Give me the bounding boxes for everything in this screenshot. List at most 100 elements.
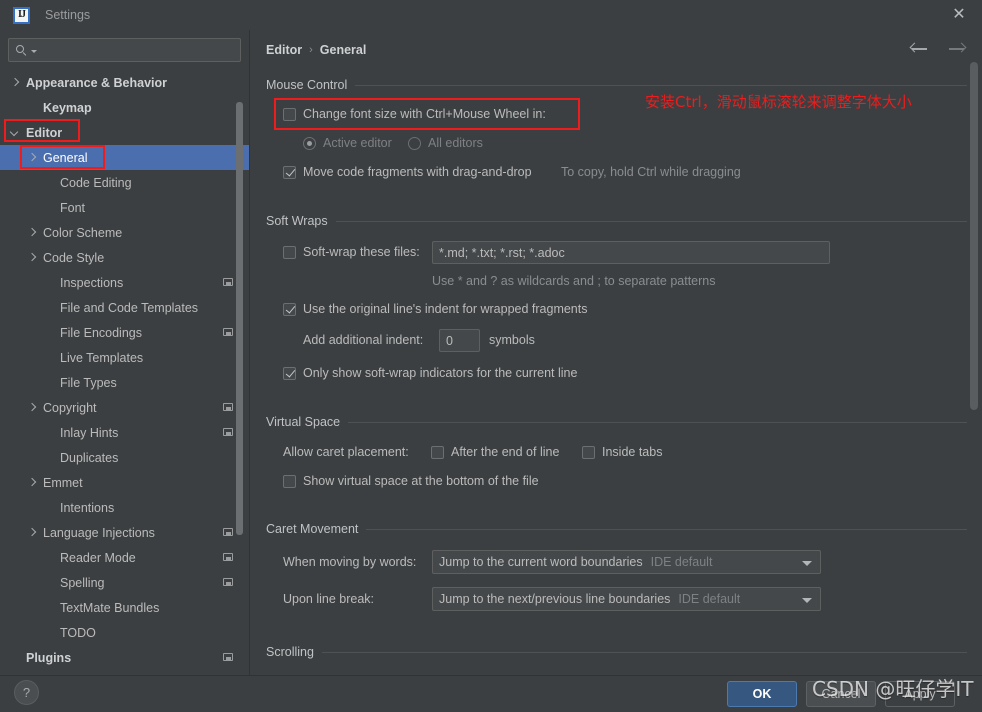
sidebar-item-reader-mode[interactable]: Reader Mode bbox=[0, 545, 249, 570]
settings-tree[interactable]: Appearance & Behavior Keymap Editor General… bbox=[0, 70, 249, 675]
checkbox-change-font-size[interactable]: Change font size with Ctrl+Mouse Wheel i… bbox=[283, 107, 546, 121]
close-icon[interactable]: ✕ bbox=[936, 0, 982, 30]
back-arrow-icon[interactable] bbox=[909, 42, 928, 56]
add-additional-indent-input[interactable]: 0 bbox=[439, 329, 480, 352]
sidebar-item-label: Intentions bbox=[60, 500, 115, 515]
sidebar-item-copyright[interactable]: Copyright bbox=[0, 395, 249, 420]
sidebar-item-color-scheme[interactable]: Color Scheme bbox=[0, 220, 249, 245]
sidebar-item-file-encodings[interactable]: File Encodings bbox=[0, 320, 249, 345]
sidebar-item-textmate-bundles[interactable]: TextMate Bundles bbox=[0, 595, 249, 620]
chevron-down-icon[interactable] bbox=[802, 598, 812, 603]
sidebar-item-label: TextMate Bundles bbox=[60, 600, 160, 615]
settings-main-panel: Editor › General 安装Ctrl，滑动鼠标滚轮来调整字体大小 Mo… bbox=[251, 30, 982, 675]
tree-arrow-spacer bbox=[44, 502, 55, 513]
sidebar-scrollbar-thumb[interactable] bbox=[236, 102, 243, 535]
sidebar-item-label: Keymap bbox=[43, 100, 92, 115]
sidebar-item-spelling[interactable]: Spelling bbox=[0, 570, 249, 595]
sidebar-item-duplicates[interactable]: Duplicates bbox=[0, 445, 249, 470]
tree-arrow-spacer bbox=[27, 102, 38, 113]
main-panel-scrollbar-thumb[interactable] bbox=[970, 62, 978, 410]
chevron-right-icon[interactable] bbox=[27, 527, 38, 538]
settings-dialog: IJ Settings ✕ Appearance & Behavior Keyma… bbox=[0, 0, 982, 712]
breadcrumb: Editor › General bbox=[266, 43, 366, 57]
project-scope-badge-icon bbox=[223, 553, 233, 561]
search-input[interactable] bbox=[37, 42, 240, 58]
radio-all-editors[interactable]: All editors bbox=[408, 136, 483, 150]
chevron-down-icon[interactable] bbox=[10, 127, 21, 138]
sidebar-item-label: TODO bbox=[60, 625, 96, 640]
chevron-right-icon[interactable] bbox=[27, 227, 38, 238]
checkbox-inside-tabs[interactable]: Inside tabs bbox=[582, 445, 662, 459]
group-divider bbox=[348, 421, 967, 423]
ok-button[interactable]: OK bbox=[727, 681, 797, 707]
sidebar-item-label: Copyright bbox=[43, 400, 97, 415]
dropdown-when-moving-by-words[interactable]: Jump to the current word boundaries IDE … bbox=[432, 550, 821, 574]
sidebar-item-label: Inspections bbox=[60, 275, 124, 290]
sidebar-item-live-templates[interactable]: Live Templates bbox=[0, 345, 249, 370]
chevron-right-icon[interactable] bbox=[27, 152, 38, 163]
sidebar-item-inspections[interactable]: Inspections bbox=[0, 270, 249, 295]
checkbox-use-original-indent[interactable]: Use the original line's indent for wrapp… bbox=[283, 302, 588, 316]
sidebar-item-label: Plugins bbox=[26, 650, 72, 665]
breadcrumb-separator-icon: › bbox=[309, 44, 313, 56]
sidebar-item-label: Color Scheme bbox=[43, 225, 123, 240]
chevron-down-icon[interactable] bbox=[802, 561, 812, 566]
sidebar-item-appearance-behavior[interactable]: Appearance & Behavior bbox=[0, 70, 249, 95]
help-button[interactable]: ? bbox=[14, 680, 39, 705]
sidebar-item-todo[interactable]: TODO bbox=[0, 620, 249, 645]
search-box[interactable] bbox=[8, 38, 241, 62]
sidebar-item-label: General bbox=[43, 150, 88, 165]
checkbox-show-virtual-space[interactable]: Show virtual space at the bottom of the … bbox=[283, 474, 539, 488]
sidebar-item-intentions[interactable]: Intentions bbox=[0, 495, 249, 520]
checkbox-box[interactable] bbox=[283, 474, 296, 488]
sidebar-item-code-editing[interactable]: Code Editing bbox=[0, 170, 249, 195]
sidebar-item-label: Code Editing bbox=[60, 175, 132, 190]
chevron-right-icon[interactable] bbox=[27, 402, 38, 413]
project-scope-badge-icon bbox=[223, 403, 233, 411]
checkbox-box[interactable] bbox=[283, 107, 296, 121]
group-divider bbox=[355, 84, 967, 86]
project-scope-badge-icon bbox=[223, 428, 233, 436]
checkbox-box[interactable] bbox=[582, 445, 595, 459]
tree-arrow-spacer bbox=[44, 177, 55, 188]
project-scope-badge-icon bbox=[223, 328, 233, 336]
sidebar-item-font[interactable]: Font bbox=[0, 195, 249, 220]
sidebar-item-emmet[interactable]: Emmet bbox=[0, 470, 249, 495]
sidebar-item-code-style[interactable]: Code Style bbox=[0, 245, 249, 270]
forward-arrow-icon[interactable] bbox=[948, 42, 967, 56]
tree-arrow-spacer bbox=[44, 602, 55, 613]
checkbox-move-code-fragments[interactable]: Move code fragments with drag-and-drop bbox=[283, 165, 532, 179]
radio-circle[interactable] bbox=[408, 136, 421, 150]
chevron-right-icon[interactable] bbox=[10, 77, 21, 88]
tree-arrow-spacer bbox=[44, 577, 55, 588]
dropdown-upon-line-break[interactable]: Jump to the next/previous line boundarie… bbox=[432, 587, 821, 611]
checkbox-only-show-soft-wrap-indicators[interactable]: Only show soft-wrap indicators for the c… bbox=[283, 366, 577, 380]
sidebar-item-file-and-code-templates[interactable]: File and Code Templates bbox=[0, 295, 249, 320]
sidebar-item-plugins[interactable]: Plugins bbox=[0, 645, 249, 670]
title-bar: IJ Settings ✕ bbox=[0, 0, 982, 30]
breadcrumb-leaf: General bbox=[319, 43, 367, 57]
checkbox-box[interactable] bbox=[283, 165, 296, 179]
sidebar-scrollbar-track[interactable] bbox=[236, 70, 246, 675]
sidebar-item-keymap[interactable]: Keymap bbox=[0, 95, 249, 120]
checkbox-box[interactable] bbox=[283, 245, 296, 259]
tree-arrow-spacer bbox=[44, 352, 55, 363]
sidebar-item-editor[interactable]: Editor bbox=[0, 120, 249, 145]
radio-circle[interactable] bbox=[303, 136, 316, 150]
sidebar-item-general[interactable]: General bbox=[0, 145, 249, 170]
project-scope-badge-icon bbox=[223, 528, 233, 536]
tree-arrow-spacer bbox=[44, 327, 55, 338]
chevron-right-icon[interactable] bbox=[27, 477, 38, 488]
chevron-right-icon[interactable] bbox=[27, 252, 38, 263]
soft-wrap-patterns-input[interactable]: *.md; *.txt; *.rst; *.adoc bbox=[432, 241, 830, 264]
sidebar-item-language-injections[interactable]: Language Injections bbox=[0, 520, 249, 545]
sidebar-item-file-types[interactable]: File Types bbox=[0, 370, 249, 395]
checkbox-after-end-of-line[interactable]: After the end of line bbox=[431, 445, 559, 459]
radio-active-editor[interactable]: Active editor bbox=[303, 136, 392, 150]
checkbox-box[interactable] bbox=[431, 445, 444, 459]
checkbox-box[interactable] bbox=[283, 366, 296, 380]
sidebar-item-inlay-hints[interactable]: Inlay Hints bbox=[0, 420, 249, 445]
breadcrumb-root[interactable]: Editor bbox=[266, 43, 302, 57]
checkbox-box[interactable] bbox=[283, 302, 296, 316]
checkbox-soft-wrap-files[interactable]: Soft-wrap these files: bbox=[283, 245, 420, 259]
